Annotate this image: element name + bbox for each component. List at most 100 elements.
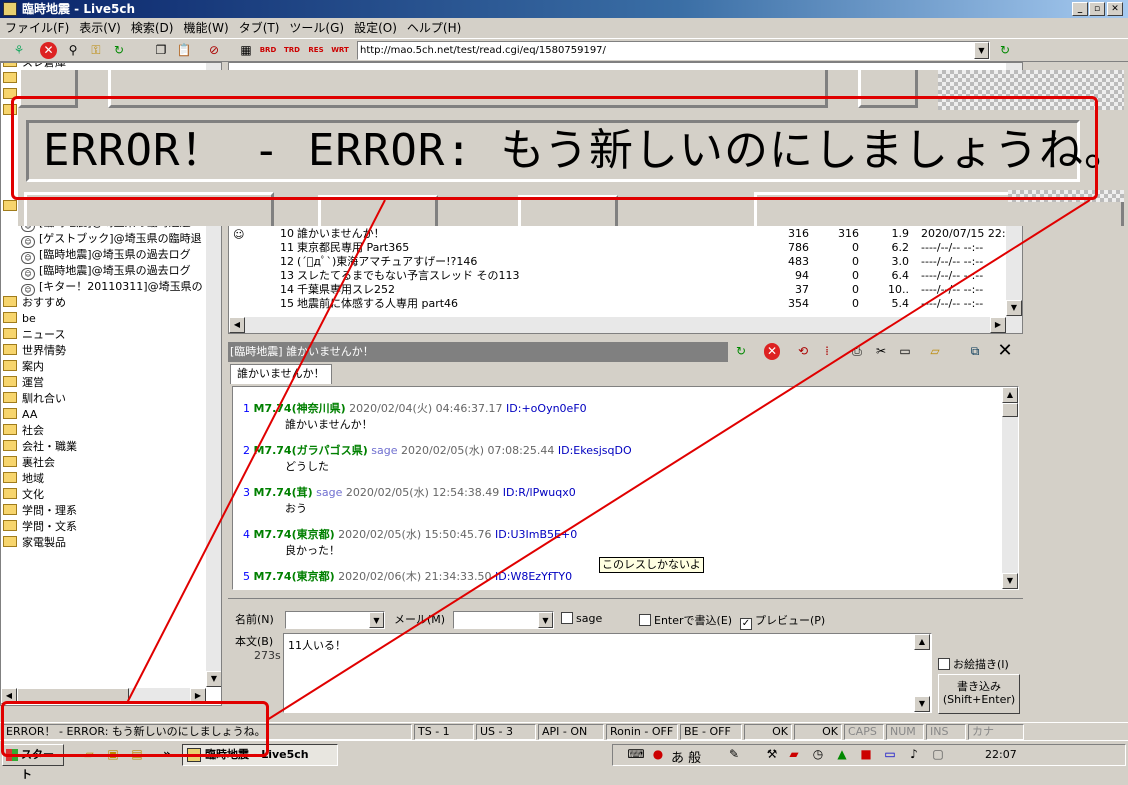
- wrt-icon[interactable]: WRT: [331, 42, 349, 59]
- tray-network-icon[interactable]: ▲: [833, 746, 851, 763]
- record-icon[interactable]: ●: [649, 746, 667, 763]
- checkbox-icon[interactable]: [561, 612, 573, 624]
- tools-icon[interactable]: ✂: [872, 343, 890, 360]
- tab-thread[interactable]: 誰かいませんか！: [230, 364, 332, 384]
- refresh-icon[interactable]: ⧉: [966, 343, 984, 360]
- body-textarea[interactable]: 11人いる！ ▲ ▼: [283, 633, 932, 713]
- close-thread-icon[interactable]: ✕: [996, 342, 1014, 360]
- tree-board[interactable]: ☺ [臨時地震]@埼玉県の過去ログ: [21, 247, 191, 264]
- keyboard-icon[interactable]: ⌨: [627, 746, 645, 763]
- print-icon[interactable]: ⎙: [848, 343, 866, 360]
- tree-folder[interactable]: おすすめ: [3, 295, 66, 311]
- grid-icon[interactable]: ▦: [237, 42, 255, 59]
- chevron-down-icon[interactable]: ▼: [538, 612, 553, 628]
- menu-view[interactable]: 表示(V): [74, 18, 126, 38]
- delete-log-icon[interactable]: ⟲: [794, 343, 812, 360]
- scroll-down-icon[interactable]: ▼: [1002, 573, 1018, 589]
- oekaki-checkbox[interactable]: お絵描き(I): [938, 656, 1009, 672]
- tree-folder[interactable]: 運営: [3, 375, 44, 391]
- tree-folder[interactable]: ニュース: [3, 327, 65, 343]
- tree-board[interactable]: ☺ [ゲストブック]@埼玉県の臨時退: [21, 231, 202, 248]
- url-dropdown-icon[interactable]: ▼: [974, 42, 989, 59]
- scroll-thumb[interactable]: [1002, 403, 1018, 417]
- tree-folder[interactable]: AA: [3, 407, 37, 423]
- thread-row[interactable]: 13 スレたてるまでもない予言スレッド その113 94 0 6.4 ----/--/--…: [229, 269, 1009, 283]
- copy-icon[interactable]: ❐: [152, 42, 170, 59]
- sage-checkbox[interactable]: sage: [561, 612, 602, 625]
- res-icon[interactable]: RES: [307, 42, 325, 59]
- brd-icon[interactable]: BRD: [259, 42, 277, 59]
- tree-folder[interactable]: 文化: [3, 487, 44, 503]
- menu-tab[interactable]: タブ(T): [234, 18, 285, 38]
- checked-icon[interactable]: ✓: [740, 618, 752, 630]
- tray-clock-icon[interactable]: ◷: [809, 746, 827, 763]
- thread-row[interactable]: 15 地震前に体感する人専用 part46 354 0 5.4 ----/--/-- --…: [229, 297, 1009, 311]
- split-icon[interactable]: ⁞: [818, 343, 836, 360]
- post-id[interactable]: ID:W8EzYfTY0: [495, 570, 572, 583]
- post-id[interactable]: ID:EkesjsqDO: [558, 444, 632, 457]
- menu-file[interactable]: ファイル(F): [0, 18, 74, 38]
- tray-volume-icon[interactable]: ♪: [905, 746, 923, 763]
- tray-tool-icon[interactable]: ⚒: [763, 746, 781, 763]
- menu-tools[interactable]: ツール(G): [284, 18, 349, 38]
- scroll-down-icon[interactable]: ▼: [914, 696, 930, 712]
- tree-folder[interactable]: 会社・職業: [3, 439, 77, 455]
- thread-row[interactable]: 11 東京都民専用 Part365 786 0 6.2 ----/--/-- --:--: [229, 241, 1009, 255]
- post-number[interactable]: 3: [243, 486, 250, 499]
- board-list-icon[interactable]: ⚘: [10, 42, 28, 59]
- tree-folder[interactable]: 地域: [3, 471, 44, 487]
- posts-scrollbar[interactable]: ▲ ▼: [1002, 387, 1018, 589]
- menu-function[interactable]: 機能(W): [178, 18, 233, 38]
- tree-folder[interactable]: be: [3, 311, 36, 327]
- tree-folder[interactable]: 世界情勢: [3, 343, 66, 359]
- scroll-down-icon[interactable]: ▼: [1006, 300, 1022, 316]
- name-field[interactable]: ▼: [285, 611, 385, 629]
- tree-folder[interactable]: 社会: [3, 423, 44, 439]
- scroll-left-icon[interactable]: ◀: [229, 317, 245, 333]
- menu-search[interactable]: 検索(D): [126, 18, 179, 38]
- scroll-down-icon[interactable]: ▼: [206, 671, 221, 687]
- post-id[interactable]: ID:+oOyn0eF0: [506, 402, 587, 415]
- tree-board[interactable]: ☺ [臨時地震]@埼玉県の過去ログ: [21, 263, 191, 280]
- stop-thread-icon[interactable]: ✕: [764, 343, 780, 360]
- paste-icon[interactable]: 📋: [175, 42, 193, 59]
- thread-row[interactable]: ☺ 10 誰かいませんか！ 316 316 1.9 2020/07/15 22:02: [229, 227, 1020, 241]
- submit-button[interactable]: 書き込み (Shift+Enter): [938, 674, 1020, 714]
- post-number[interactable]: 1: [243, 402, 250, 415]
- tree-folder[interactable]: 案内: [3, 359, 44, 375]
- key-icon[interactable]: ⚿: [87, 42, 105, 59]
- search-icon[interactable]: ⚲: [64, 42, 82, 59]
- close-button[interactable]: ✕: [1107, 2, 1123, 16]
- menu-help[interactable]: ヘルプ(H): [402, 18, 466, 38]
- trd-icon[interactable]: TRD: [283, 42, 301, 59]
- chevron-down-icon[interactable]: ▼: [369, 612, 384, 628]
- tree-folder[interactable]: 馴れ合い: [3, 391, 66, 407]
- ime-tool-icon[interactable]: ✎: [725, 746, 743, 763]
- filter-icon[interactable]: ⊘: [205, 42, 223, 59]
- scroll-right-icon[interactable]: ▶: [990, 317, 1006, 333]
- tree-folder[interactable]: 裏社会: [3, 455, 55, 471]
- mail-field[interactable]: ▼: [453, 611, 554, 629]
- reload-icon[interactable]: ↻: [110, 42, 128, 59]
- minimize-button[interactable]: _: [1072, 2, 1088, 16]
- tree-folder[interactable]: 学問・文系: [3, 519, 77, 535]
- tray-app-icon[interactable]: ▰: [785, 746, 803, 763]
- tray-display-icon[interactable]: ▭: [881, 746, 899, 763]
- reload-thread-icon[interactable]: ↻: [732, 343, 750, 360]
- scroll-up-icon[interactable]: ▲: [1002, 387, 1018, 403]
- post-id[interactable]: ID:U3ImB5E+0: [495, 528, 577, 541]
- note-icon[interactable]: ▭: [896, 343, 914, 360]
- url-input[interactable]: http://mao.5ch.net/test/read.cgi/eq/1580…: [357, 41, 990, 60]
- preview-checkbox[interactable]: ✓ プレビュー(P): [740, 612, 825, 630]
- tree-folder[interactable]: 学問・理系: [3, 503, 77, 519]
- post-number[interactable]: 2: [243, 444, 250, 457]
- menu-settings[interactable]: 設定(O): [349, 18, 402, 38]
- stop-icon[interactable]: ✕: [40, 42, 57, 59]
- post-number[interactable]: 5: [243, 570, 250, 583]
- tray-security-icon[interactable]: ■: [857, 746, 875, 763]
- post-number[interactable]: 4: [243, 528, 250, 541]
- tree-folder[interactable]: 家電製品: [3, 535, 66, 551]
- go-icon[interactable]: ↻: [996, 42, 1014, 59]
- folder-icon[interactable]: ▱: [926, 343, 944, 360]
- enter-submit-checkbox[interactable]: Enterで書込(E): [639, 612, 732, 628]
